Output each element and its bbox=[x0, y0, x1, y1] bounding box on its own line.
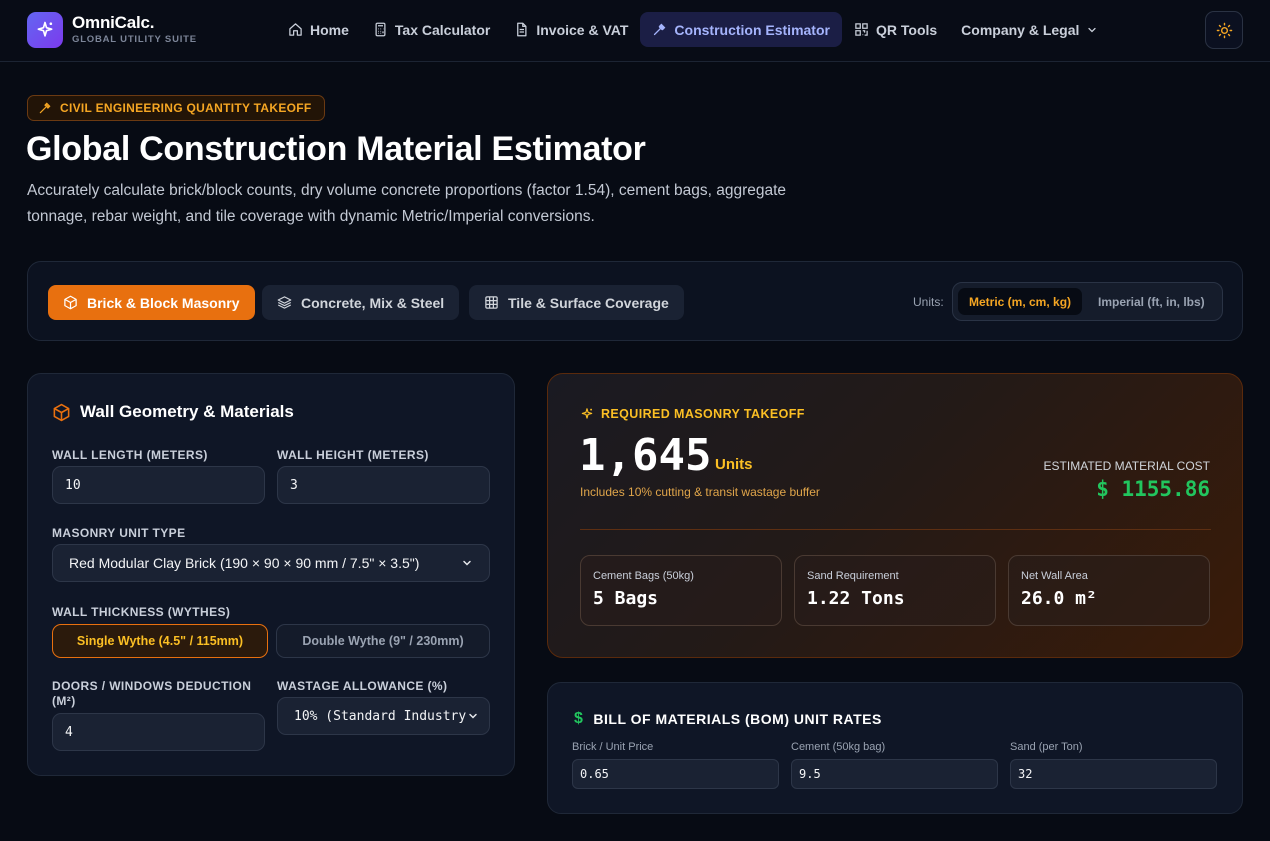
deduction-label-line2: (M²) bbox=[52, 694, 76, 708]
document-icon bbox=[517, 22, 527, 37]
grid-icon bbox=[485, 296, 498, 309]
single-wythe-button[interactable]: Single Wythe (4.5" / 115mm) bbox=[52, 624, 268, 658]
deduction-label: DOORS / WINDOWS DEDUCTION (M²) bbox=[52, 679, 251, 709]
wall-height-label: WALL HEIGHT (METERS) bbox=[277, 448, 429, 462]
wall-geometry-panel: Wall Geometry & Materials WALL LENGTH (M… bbox=[27, 373, 515, 776]
bom-unit-rates-card: $ BILL OF MATERIALS (BOM) UNIT RATES Bri… bbox=[547, 682, 1243, 814]
tab-tile-surface-coverage[interactable]: Tile & Surface Coverage bbox=[469, 285, 684, 320]
calculator-icon bbox=[375, 22, 386, 37]
nav-invoice-vat[interactable]: Invoice & VAT bbox=[502, 12, 640, 47]
hammer-icon bbox=[39, 102, 51, 114]
deduction-input[interactable]: 4 bbox=[52, 713, 265, 751]
masonry-unit-label: MASONRY UNIT TYPE bbox=[52, 526, 186, 540]
wall-thickness-label: WALL THICKNESS (WYTHES) bbox=[52, 605, 231, 619]
sparkle-icon bbox=[581, 408, 593, 419]
stat-label: Sand Requirement bbox=[807, 570, 899, 582]
brand-subtitle: GLOBAL UTILITY SUITE bbox=[72, 34, 197, 45]
brand-name[interactable]: OmniCalc. bbox=[72, 13, 154, 33]
panel-title: Wall Geometry & Materials bbox=[52, 402, 294, 422]
masonry-unit-select[interactable]: Red Modular Clay Brick (190 × 90 × 90 mm… bbox=[52, 544, 490, 582]
chevron-down-icon bbox=[1088, 27, 1097, 32]
home-icon bbox=[289, 23, 302, 36]
unit-count-suffix: Units bbox=[715, 456, 753, 473]
units-imperial-option[interactable]: Imperial (ft, in, lbs) bbox=[1087, 288, 1216, 315]
chevron-down-icon bbox=[463, 560, 471, 566]
result-divider bbox=[580, 529, 1211, 530]
nav-invoice-vat-label: Invoice & VAT bbox=[536, 21, 629, 38]
double-wythe-button[interactable]: Double Wythe (9" / 230mm) bbox=[276, 624, 490, 658]
sun-icon bbox=[1216, 22, 1232, 38]
nav-home-label: Home bbox=[310, 21, 349, 38]
deduction-label-line1: DOORS / WINDOWS DEDUCTION bbox=[52, 679, 252, 693]
top-navigation-bar: OmniCalc. GLOBAL UTILITY SUITE Home Tax … bbox=[0, 0, 1270, 62]
result-kicker-label: REQUIRED MASONRY TAKEOFF bbox=[601, 407, 805, 421]
wastage-label: WASTAGE ALLOWANCE (%) bbox=[277, 679, 448, 693]
tab-tile-surface-coverage-label: Tile & Surface Coverage bbox=[508, 294, 669, 311]
hero-badge: CIVIL ENGINEERING QUANTITY TAKEOFF bbox=[27, 95, 325, 121]
result-kicker: REQUIRED MASONRY TAKEOFF bbox=[580, 407, 805, 421]
page-description: Accurately calculate brick/block counts,… bbox=[27, 182, 787, 225]
main-nav: Home Tax Calculator Invoice & VAT Constr… bbox=[276, 12, 1110, 47]
hero-badge-label: CIVIL ENGINEERING QUANTITY TAKEOFF bbox=[60, 101, 312, 115]
panel-title-label: Wall Geometry & Materials bbox=[80, 402, 294, 421]
wall-length-label: WALL LENGTH (METERS) bbox=[52, 448, 208, 462]
units-toggle: Metric (m, cm, kg) Imperial (ft, in, lbs… bbox=[952, 282, 1223, 321]
sand-price-label: Sand (per Ton) bbox=[1010, 741, 1083, 753]
brick-price-input[interactable]: 0.65 bbox=[572, 759, 779, 789]
wastage-select[interactable]: 10% (Standard Industry bbox=[277, 697, 490, 735]
dollar-icon: $ bbox=[574, 710, 584, 727]
wall-length-input[interactable]: 10 bbox=[52, 466, 265, 504]
nav-qr-tools-label: QR Tools bbox=[875, 21, 938, 38]
qr-icon bbox=[855, 23, 868, 36]
chevron-down-icon bbox=[469, 713, 477, 719]
theme-toggle-button[interactable] bbox=[1205, 11, 1243, 49]
stat-net-wall-area: Net Wall Area 26.0 m² bbox=[1008, 555, 1210, 626]
units-metric-option[interactable]: Metric (m, cm, kg) bbox=[958, 288, 1083, 315]
calculator-tab-strip: Brick & Block Masonry Concrete, Mix & St… bbox=[27, 261, 1243, 341]
nav-tax-calculator-label: Tax Calculator bbox=[394, 21, 491, 38]
cement-price-label: Cement (50kg bag) bbox=[791, 741, 886, 753]
logo-sparkle-icon[interactable] bbox=[27, 12, 63, 48]
nav-home[interactable]: Home bbox=[276, 12, 361, 47]
masonry-unit-value: Red Modular Clay Brick (190 × 90 × 90 mm… bbox=[69, 555, 420, 571]
layers-icon bbox=[277, 296, 292, 309]
nav-qr-tools[interactable]: QR Tools bbox=[842, 12, 949, 47]
nav-construction-estimator[interactable]: Construction Estimator bbox=[640, 12, 842, 47]
bom-title-label: BILL OF MATERIALS (BOM) UNIT RATES bbox=[593, 711, 882, 727]
bom-title: $ BILL OF MATERIALS (BOM) UNIT RATES bbox=[574, 710, 882, 728]
stat-value: 26.0 m² bbox=[1021, 588, 1097, 609]
stat-label: Cement Bags (50kg) bbox=[593, 570, 694, 582]
estimated-cost-label: ESTIMATED MATERIAL COST bbox=[1043, 459, 1210, 473]
stat-cement-bags: Cement Bags (50kg) 5 Bags bbox=[580, 555, 782, 626]
tab-concrete-mix-steel[interactable]: Concrete, Mix & Steel bbox=[262, 285, 460, 320]
wastage-note: Includes 10% cutting & transit wastage b… bbox=[580, 485, 820, 499]
unit-count: 1,645 bbox=[579, 430, 712, 481]
nav-tax-calculator[interactable]: Tax Calculator bbox=[361, 12, 502, 47]
stat-sand-requirement: Sand Requirement 1.22 Tons bbox=[794, 555, 996, 626]
sand-price-input[interactable]: 32 bbox=[1010, 759, 1217, 789]
estimated-cost-value: $ 1155.86 bbox=[1096, 477, 1210, 501]
hammer-icon bbox=[654, 23, 666, 36]
wall-height-input[interactable]: 3 bbox=[277, 466, 490, 504]
cube-icon bbox=[53, 403, 70, 421]
units-label: Units: bbox=[913, 295, 944, 309]
wastage-value: 10% (Standard Industry bbox=[294, 708, 467, 724]
nav-company-legal-label: Company & Legal bbox=[961, 21, 1080, 38]
nav-company-legal[interactable]: Company & Legal bbox=[949, 12, 1110, 47]
stat-label: Net Wall Area bbox=[1021, 570, 1088, 582]
stat-value: 1.22 Tons bbox=[807, 588, 905, 609]
tab-brick-block-masonry[interactable]: Brick & Block Masonry bbox=[48, 285, 255, 320]
tab-concrete-mix-steel-label: Concrete, Mix & Steel bbox=[301, 294, 445, 311]
brick-price-label: Brick / Unit Price bbox=[572, 741, 654, 753]
tab-brick-block-masonry-label: Brick & Block Masonry bbox=[87, 294, 240, 311]
nav-construction-estimator-label: Construction Estimator bbox=[674, 21, 830, 38]
page-title: Global Construction Material Estimator bbox=[26, 130, 646, 168]
cement-price-input[interactable]: 9.5 bbox=[791, 759, 998, 789]
masonry-takeoff-result-card: REQUIRED MASONRY TAKEOFF 1,645 Units Inc… bbox=[547, 373, 1243, 658]
stat-value: 5 Bags bbox=[593, 588, 659, 609]
cube-icon bbox=[64, 295, 77, 310]
